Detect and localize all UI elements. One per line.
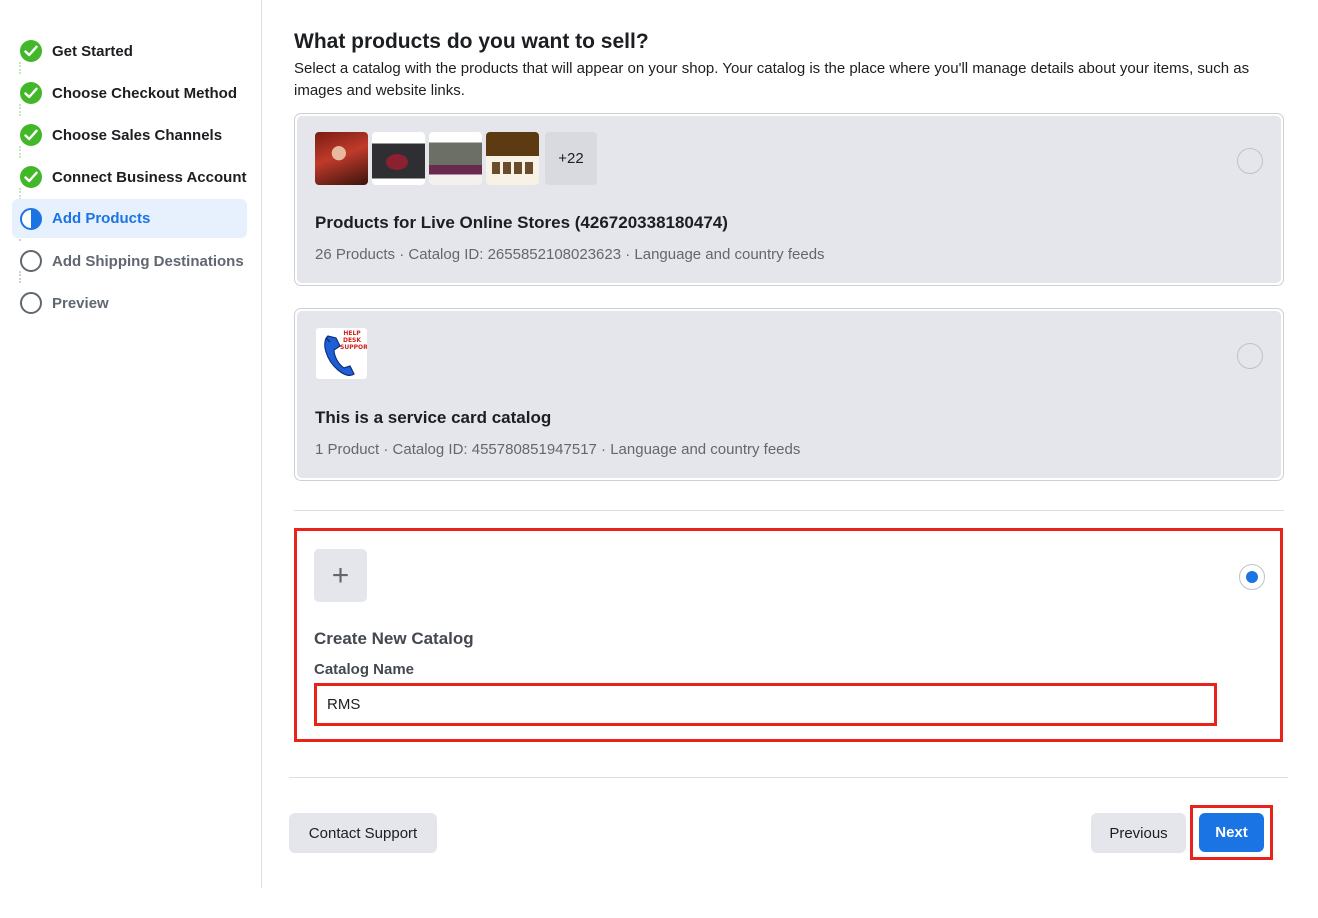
step-choose-sales-channels[interactable]: Choose Sales Channels: [12, 114, 247, 156]
check-circle-icon: [20, 166, 42, 188]
wizard-steps: Get Started Choose Checkout Method Choos…: [12, 30, 247, 324]
product-thumbnail: [315, 132, 368, 185]
catalog-option-service-card[interactable]: HELP DESK SUPPORT This is a service card…: [294, 308, 1284, 481]
contact-support-button[interactable]: Contact Support: [289, 813, 437, 853]
step-label: Choose Checkout Method: [52, 84, 238, 102]
more-products-count: +22: [545, 132, 597, 185]
wizard-sidebar: Get Started Choose Checkout Method Choos…: [0, 0, 262, 888]
create-catalog-title: Create New Catalog: [314, 629, 474, 648]
step-connect-business-account[interactable]: Connect Business Account: [12, 156, 247, 198]
step-label: Add Products: [52, 210, 151, 227]
product-thumbnail: [429, 132, 482, 185]
catalog-radio[interactable]: [1237, 148, 1263, 174]
half-circle-progress-icon: [20, 207, 42, 230]
previous-button[interactable]: Previous: [1091, 813, 1186, 853]
check-circle-icon: [20, 82, 42, 104]
catalog-thumbnails: HELP DESK SUPPORT: [315, 327, 368, 380]
step-label: Get Started: [52, 42, 133, 60]
step-label: Connect Business Account: [52, 168, 247, 186]
step-add-shipping-destinations[interactable]: Add Shipping Destinations: [12, 240, 247, 282]
plus-icon[interactable]: +: [314, 549, 367, 602]
step-choose-checkout-method[interactable]: Choose Checkout Method: [12, 72, 247, 114]
page-title: What products do you want to sell?: [294, 30, 649, 53]
catalog-meta: 1 Product · Catalog ID: 455780851947517 …: [315, 441, 801, 458]
catalog-thumbnails: +22: [315, 132, 597, 185]
step-label: Preview: [52, 294, 109, 312]
step-add-products[interactable]: Add Products: [12, 199, 247, 238]
step-label: Add Shipping Destinations: [52, 252, 244, 270]
help-desk-logo-text: HELP DESK SUPPORT: [340, 330, 368, 351]
next-button[interactable]: Next: [1199, 813, 1264, 852]
catalog-radio[interactable]: [1237, 343, 1263, 369]
next-button-highlight: Next: [1190, 805, 1273, 860]
catalog-name-label: Catalog Name: [314, 661, 415, 678]
help-desk-thumbnail: HELP DESK SUPPORT: [315, 327, 368, 380]
main-content: What products do you want to sell? Selec…: [289, 30, 1289, 102]
empty-circle-icon: [20, 292, 42, 314]
step-preview[interactable]: Preview: [12, 282, 247, 324]
step-label: Choose Sales Channels: [52, 126, 223, 144]
create-catalog-radio[interactable]: [1239, 564, 1265, 590]
catalog-meta: 26 Products · Catalog ID: 26558521080236…: [315, 246, 825, 263]
catalog-option-live-stores[interactable]: +22 Products for Live Online Stores (426…: [294, 113, 1284, 286]
catalog-name-input[interactable]: [314, 683, 1217, 726]
catalog-name: Products for Live Online Stores (4267203…: [315, 213, 728, 232]
product-thumbnail: [372, 132, 425, 185]
catalog-name: This is a service card catalog: [315, 408, 552, 427]
section-divider: [294, 510, 1284, 511]
step-get-started[interactable]: Get Started: [12, 30, 247, 72]
product-thumbnail: [486, 132, 539, 185]
check-circle-icon: [20, 40, 42, 62]
empty-circle-icon: [20, 250, 42, 272]
page-description: Select a catalog with the products that …: [294, 60, 1250, 99]
create-new-catalog-option[interactable]: + Create New Catalog Catalog Name: [294, 528, 1283, 742]
check-circle-icon: [20, 124, 42, 146]
footer-divider: [289, 777, 1288, 778]
